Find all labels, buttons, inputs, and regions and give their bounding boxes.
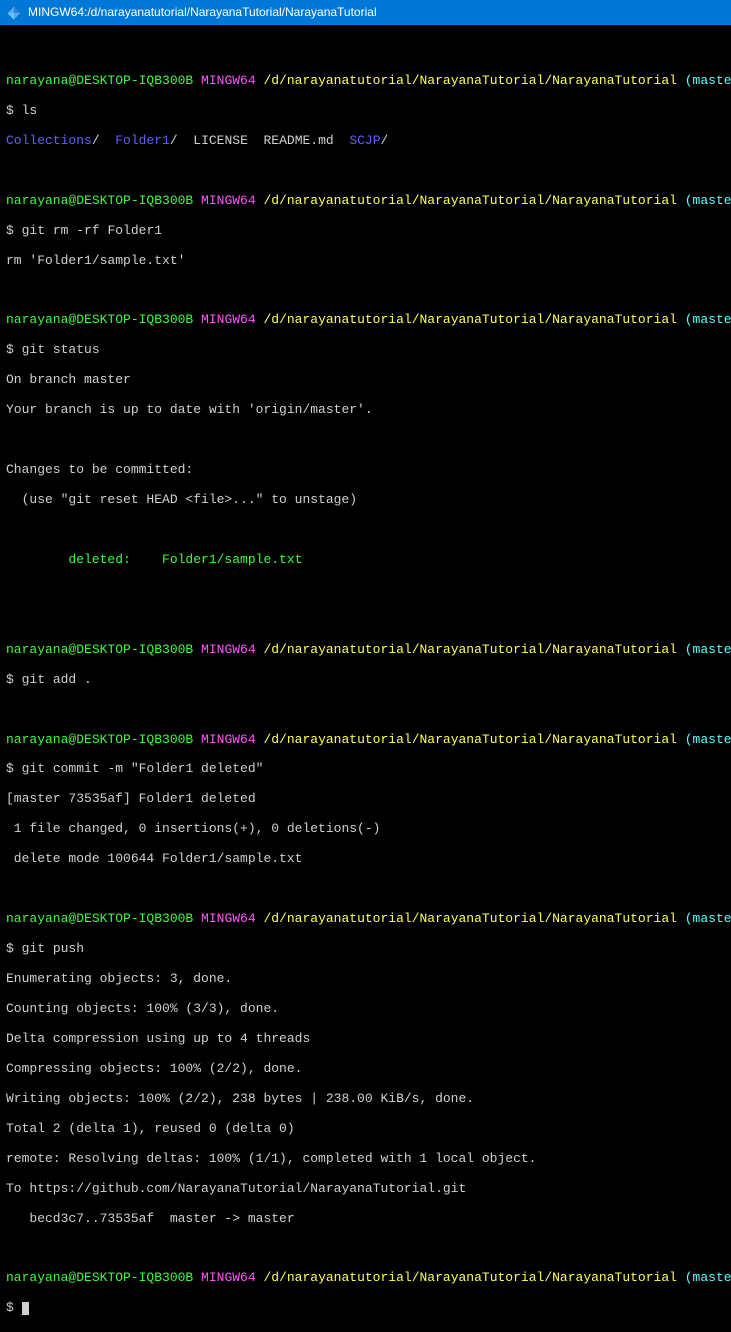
- output-line: becd3c7..73535af master -> master: [6, 1212, 725, 1227]
- command-line: $ git add .: [6, 673, 725, 688]
- output-line: To https://github.com/NarayanaTutorial/N…: [6, 1182, 725, 1197]
- blank-line: [6, 613, 725, 628]
- cursor-icon: [22, 1302, 29, 1315]
- ls-output: Collections/ Folder1/ LICENSE README.md …: [6, 134, 725, 149]
- output-line: Changes to be committed:: [6, 463, 725, 478]
- terminal-body[interactable]: narayana@DESKTOP-IQB300B MINGW64 /d/nara…: [0, 25, 731, 1332]
- prompt-line: narayana@DESKTOP-IQB300B MINGW64 /d/nara…: [6, 194, 725, 209]
- git-branch: (master): [685, 193, 731, 208]
- cwd-path: /d/narayanatutorial/NarayanaTutorial/Nar…: [263, 732, 676, 747]
- output-line: Total 2 (delta 1), reused 0 (delta 0): [6, 1122, 725, 1137]
- user-host: narayana@DESKTOP-IQB300B: [6, 1270, 193, 1285]
- blank-line: [6, 703, 725, 718]
- env-name: MINGW64: [201, 911, 256, 926]
- user-host: narayana@DESKTOP-IQB300B: [6, 312, 193, 327]
- blank-line: [6, 583, 725, 598]
- blank-line: [6, 433, 725, 448]
- output-line: Enumerating objects: 3, done.: [6, 972, 725, 987]
- command-input-line[interactable]: $: [6, 1301, 725, 1316]
- user-host: narayana@DESKTOP-IQB300B: [6, 73, 193, 88]
- git-branch: (master): [685, 312, 731, 327]
- git-branch: (master): [685, 911, 731, 926]
- prompt-line: narayana@DESKTOP-IQB300B MINGW64 /d/nara…: [6, 1271, 725, 1286]
- git-branch: (master): [685, 1270, 731, 1285]
- blank-line: [6, 523, 725, 538]
- output-line: Counting objects: 100% (3/3), done.: [6, 1002, 725, 1017]
- output-line: remote: Resolving deltas: 100% (1/1), co…: [6, 1152, 725, 1167]
- blank-line: [6, 44, 725, 59]
- env-name: MINGW64: [201, 193, 256, 208]
- dollar-sign: $: [6, 761, 14, 776]
- ls-file: README.md: [264, 133, 334, 148]
- command-line: $ ls: [6, 104, 725, 119]
- prompt-line: narayana@DESKTOP-IQB300B MINGW64 /d/nara…: [6, 74, 725, 89]
- ls-dir: SCJP: [349, 133, 380, 148]
- output-line: [master 73535af] Folder1 deleted: [6, 792, 725, 807]
- git-branch: (master): [685, 732, 731, 747]
- ls-file: LICENSE: [193, 133, 248, 148]
- command-line: $ git commit -m "Folder1 deleted": [6, 762, 725, 777]
- env-name: MINGW64: [201, 732, 256, 747]
- dollar-sign: $: [6, 342, 14, 357]
- cmd-git-push: git push: [22, 941, 84, 956]
- window-titlebar: MINGW64:/d/narayanatutorial/NarayanaTuto…: [0, 0, 731, 25]
- ls-dir: Folder1: [115, 133, 170, 148]
- cwd-path: /d/narayanatutorial/NarayanaTutorial/Nar…: [263, 312, 676, 327]
- cwd-path: /d/narayanatutorial/NarayanaTutorial/Nar…: [263, 911, 676, 926]
- output-line: delete mode 100644 Folder1/sample.txt: [6, 852, 725, 867]
- cwd-path: /d/narayanatutorial/NarayanaTutorial/Nar…: [263, 642, 676, 657]
- command-line: $ git push: [6, 942, 725, 957]
- user-host: narayana@DESKTOP-IQB300B: [6, 732, 193, 747]
- dollar-sign: $: [6, 1300, 14, 1315]
- output-line: Compressing objects: 100% (2/2), done.: [6, 1062, 725, 1077]
- output-line: Your branch is up to date with 'origin/m…: [6, 403, 725, 418]
- ls-slash: /: [170, 133, 178, 148]
- status-deleted: deleted: Folder1/sample.txt: [6, 553, 725, 568]
- prompt-line: narayana@DESKTOP-IQB300B MINGW64 /d/nara…: [6, 643, 725, 658]
- cwd-path: /d/narayanatutorial/NarayanaTutorial/Nar…: [263, 73, 676, 88]
- blank-line: [6, 1241, 725, 1256]
- blank-line: [6, 882, 725, 897]
- output-line: Writing objects: 100% (2/2), 238 bytes |…: [6, 1092, 725, 1107]
- blank-line: [6, 164, 725, 179]
- cmd-git-rm: git rm -rf Folder1: [22, 223, 162, 238]
- git-branch: (master): [685, 73, 731, 88]
- cmd-git-status: git status: [22, 342, 100, 357]
- cmd-git-commit: git commit -m "Folder1 deleted": [22, 761, 264, 776]
- output-line: (use "git reset HEAD <file>..." to unsta…: [6, 493, 725, 508]
- blank-line: [6, 283, 725, 298]
- user-host: narayana@DESKTOP-IQB300B: [6, 642, 193, 657]
- output-line: 1 file changed, 0 insertions(+), 0 delet…: [6, 822, 725, 837]
- user-host: narayana@DESKTOP-IQB300B: [6, 911, 193, 926]
- cwd-path: /d/narayanatutorial/NarayanaTutorial/Nar…: [263, 1270, 676, 1285]
- command-line: $ git rm -rf Folder1: [6, 224, 725, 239]
- dollar-sign: $: [6, 223, 14, 238]
- env-name: MINGW64: [201, 642, 256, 657]
- env-name: MINGW64: [201, 312, 256, 327]
- user-host: narayana@DESKTOP-IQB300B: [6, 193, 193, 208]
- env-name: MINGW64: [201, 1270, 256, 1285]
- command-line: $ git status: [6, 343, 725, 358]
- env-name: MINGW64: [201, 73, 256, 88]
- dollar-sign: $: [6, 672, 14, 687]
- prompt-line: narayana@DESKTOP-IQB300B MINGW64 /d/nara…: [6, 733, 725, 748]
- output-line: On branch master: [6, 373, 725, 388]
- cwd-path: /d/narayanatutorial/NarayanaTutorial/Nar…: [263, 193, 676, 208]
- prompt-line: narayana@DESKTOP-IQB300B MINGW64 /d/nara…: [6, 313, 725, 328]
- ls-slash: /: [92, 133, 100, 148]
- ls-slash: /: [381, 133, 389, 148]
- cmd-ls: ls: [22, 103, 38, 118]
- output-line: rm 'Folder1/sample.txt': [6, 254, 725, 269]
- git-branch: (master): [685, 642, 731, 657]
- app-icon: [6, 5, 22, 21]
- prompt-line: narayana@DESKTOP-IQB300B MINGW64 /d/nara…: [6, 912, 725, 927]
- ls-dir: Collections: [6, 133, 92, 148]
- cmd-git-add: git add .: [22, 672, 92, 687]
- dollar-sign: $: [6, 941, 14, 956]
- dollar-sign: $: [6, 103, 14, 118]
- window-title: MINGW64:/d/narayanatutorial/NarayanaTuto…: [28, 6, 377, 20]
- output-line: Delta compression using up to 4 threads: [6, 1032, 725, 1047]
